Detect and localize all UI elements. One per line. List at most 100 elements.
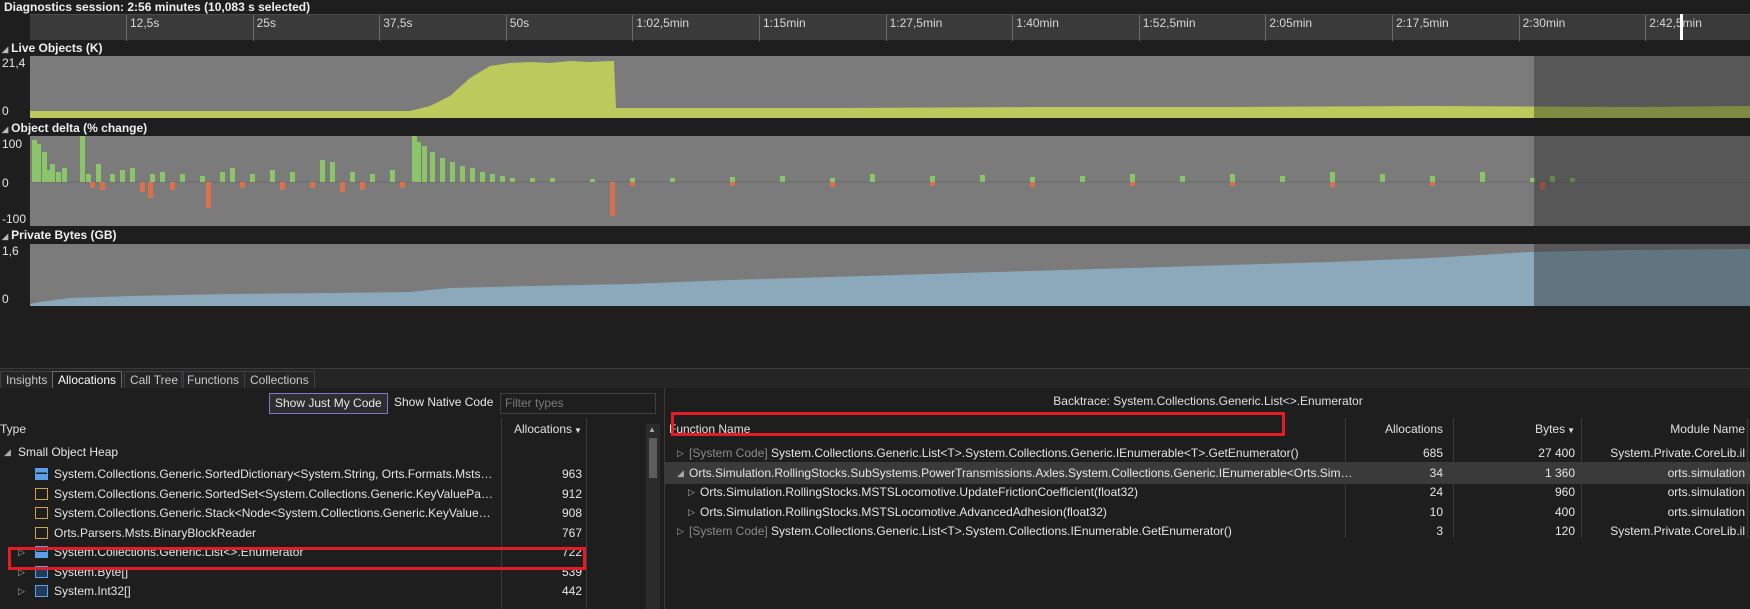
delta-bar-positive [980,175,985,182]
live-objects-y-min: 0 [2,104,9,118]
delta-bar-positive [440,158,445,182]
private-bytes-graph[interactable] [30,244,1750,306]
delta-bar-positive [416,142,421,182]
ruler-tick [252,15,254,41]
function-name-text: System.Collections.Generic.List<T>.Syste… [771,524,1232,538]
ruler-tick-label: 2:42,5min [1649,16,1702,30]
delta-bar-positive [1030,177,1035,182]
delta-bar-positive [510,178,515,182]
function-name-text: Orts.Simulation.RollingStocks.SubSystems… [689,465,1354,480]
scroll-up-icon[interactable]: ▲ [648,425,656,434]
ruler-tick-label: 2:30min [1522,16,1566,30]
delta-bar-negative [100,182,105,190]
function-name-text: Orts.Simulation.RollingStocks.MSTSLocomo… [700,485,1138,499]
delta-bar-positive [270,170,275,182]
live-objects-header[interactable]: ◢ Live Objects (K) [0,40,1750,56]
backtrace-title: Backtrace: System.Collections.Generic.Li… [1053,394,1363,408]
system-code-prefix: [System Code] [689,446,772,460]
ruler-tick-label: 1:27,5min [889,16,943,30]
tab-call-tree[interactable]: Call Tree [124,371,185,389]
delta-bar-positive [320,160,325,182]
column-header-bytes[interactable]: Bytes ▼ [1465,418,1575,440]
column-header-allocations[interactable]: Allocations ▼ [514,418,582,440]
collapse-triangle-icon[interactable]: ◢ [2,45,8,54]
delta-bar-negative [340,182,345,192]
private-bytes-header[interactable]: ◢ Private Bytes (GB) [0,227,1750,243]
delta-bar-positive [1480,172,1485,182]
delta-bar-positive [830,178,835,182]
filter-types-input[interactable]: Filter types [500,393,656,414]
selection-end-marker[interactable] [1680,14,1683,40]
object-delta-y-max: 100 [2,137,23,151]
object-delta-graph[interactable] [30,136,1750,226]
ruler-tick-label: 1:15min [763,16,806,30]
ruler-tick-label: 2:05min [1269,16,1313,30]
tab-collections[interactable]: Collections [244,371,315,389]
delta-bar-positive [80,136,85,182]
delta-bar-positive [250,174,255,182]
delta-bar-positive [490,174,495,182]
object-delta-y-mid: 0 [2,176,9,190]
column-header-allocations[interactable]: Allocations [1355,418,1443,440]
tab-functions[interactable]: Functions [181,371,246,389]
expand-triangle-icon[interactable]: ▷ [677,520,684,542]
type-name: System.Int32[] [54,584,131,598]
delta-bar-positive [1430,176,1435,182]
collapse-triangle-icon[interactable]: ◢ [2,125,8,134]
ruler-tick [126,15,127,41]
live-objects-graph[interactable] [30,56,1750,118]
ruler-tick [1645,15,1647,41]
show-native-code-button[interactable]: Show Native Code [389,393,498,414]
delta-bar-positive [330,162,335,182]
tab-allocations[interactable]: Allocations [52,371,123,389]
column-header-module-name[interactable]: Module Name [1585,418,1745,440]
delta-bar-positive [36,144,41,182]
tree-group-row[interactable]: ◢ Small Object Heap [0,441,586,463]
column-divider[interactable] [586,418,587,609]
delta-bar-negative [310,182,315,188]
class-icon [35,546,48,558]
delta-bar-negative [630,182,635,186]
delta-bar-positive [350,172,355,182]
delta-bar-positive [430,152,435,182]
delta-bar-negative [930,182,935,186]
tab-insights[interactable]: Insights [0,371,54,389]
ruler-tick [759,15,760,41]
scrollbar-thumb[interactable] [649,438,657,478]
ruler-tick-label: 37,5s [383,16,413,30]
delta-bar-negative [280,182,285,190]
delta-bar-positive [530,178,535,182]
collapse-triangle-icon[interactable]: ◢ [2,232,8,241]
highlight-box [671,412,1285,436]
delta-bar-positive [230,168,235,182]
module-name: System.Private.CoreLib.il [1610,524,1745,538]
session-title: Diagnostics session: 2:56 minutes (10,08… [4,0,311,14]
delta-bar-positive [370,174,375,182]
delta-bar-positive [56,172,61,182]
expanded-triangle-icon[interactable]: ◢ [4,441,11,463]
delta-bar-negative [90,182,95,188]
delta-bar-positive [130,168,135,182]
sort-desc-icon: ▼ [574,426,582,435]
delta-bar-negative [206,182,211,208]
object-delta-header[interactable]: ◢ Object delta (% change) [0,120,1750,136]
time-ruler[interactable]: 12,5s 25s 37,5s 50s 1:02,5min 1:15min 1:27,5mi… [30,14,1750,41]
backtrace-row[interactable]: ▷ [System Code] System.Collections.Generi… [665,520,1750,542]
column-header-function-name[interactable]: Function Name [669,418,750,440]
expand-triangle-icon[interactable]: ▷ [18,580,25,602]
type-row[interactable]: ▷ System.Int32[] 442 [0,580,586,602]
delta-bar-negative [240,182,245,188]
delta-bar-positive [1130,174,1135,182]
delta-bar-positive [86,174,91,182]
delta-bar-negative [148,182,153,198]
class-icon [35,468,48,480]
delta-bar-positive [780,176,785,182]
delta-bar-negative [1430,182,1435,186]
delta-bar-positive [220,172,225,182]
column-header-type[interactable]: Type [0,418,26,440]
ruler-tick [1012,15,1014,41]
delta-bar-negative [1130,182,1135,186]
unselected-region [1534,244,1750,306]
system-code-prefix: [System Code] [689,524,772,538]
show-just-my-code-button[interactable]: Show Just My Code [269,393,388,414]
